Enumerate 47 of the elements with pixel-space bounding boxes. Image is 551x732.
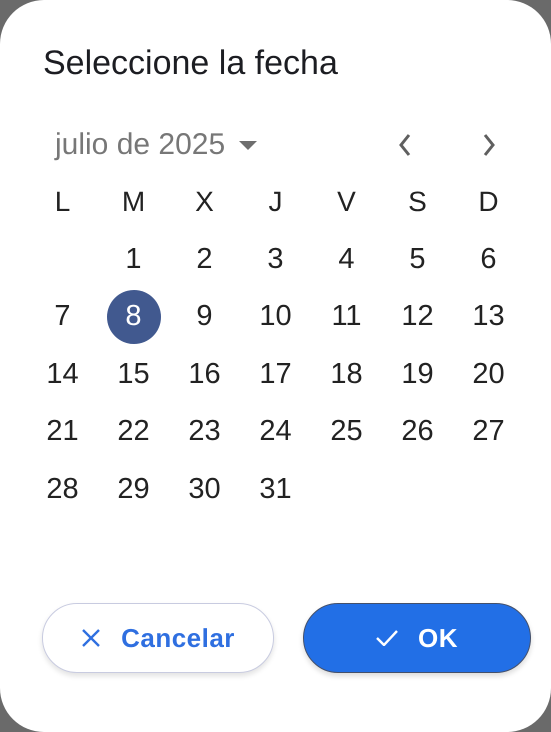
- day-button[interactable]: 30: [178, 462, 232, 516]
- day-button[interactable]: 2: [178, 232, 232, 286]
- day-button[interactable]: 1: [106, 232, 160, 286]
- day-button[interactable]: 13: [462, 290, 516, 344]
- day-button[interactable]: 3: [248, 232, 302, 286]
- day-button[interactable]: 7: [36, 290, 90, 344]
- close-icon: [81, 628, 102, 648]
- weekday-label: D: [478, 186, 499, 218]
- dialog-title: Seleccione la fecha: [42, 43, 338, 84]
- day-button[interactable]: 15: [106, 347, 160, 402]
- day-button[interactable]: 24: [248, 404, 302, 459]
- day-button[interactable]: 28: [36, 462, 90, 516]
- day-button[interactable]: 25: [320, 404, 374, 459]
- day-button[interactable]: 14: [36, 347, 90, 402]
- day-button[interactable]: 17: [248, 347, 302, 402]
- next-month-icon[interactable]: [482, 133, 496, 157]
- weekday-label: S: [408, 186, 427, 218]
- previous-month-icon[interactable]: [398, 133, 412, 157]
- day-button[interactable]: 6: [462, 232, 516, 286]
- day-button[interactable]: 12: [390, 290, 444, 344]
- day-button[interactable]: 22: [106, 404, 160, 459]
- weekday-label: L: [54, 186, 70, 218]
- day-button[interactable]: 8: [106, 290, 160, 344]
- day-button[interactable]: 11: [320, 290, 374, 344]
- caret-icon: [239, 140, 258, 150]
- day-button[interactable]: 9: [178, 290, 232, 344]
- day-button[interactable]: 5: [390, 232, 444, 286]
- day-button[interactable]: 20: [462, 347, 516, 402]
- cancel-button[interactable]: Cancelar: [42, 603, 274, 673]
- day-button[interactable]: 26: [390, 404, 444, 459]
- day-button[interactable]: 27: [462, 404, 516, 459]
- day-button[interactable]: 4: [320, 232, 374, 286]
- weekday-label: J: [268, 186, 282, 218]
- day-button[interactable]: 19: [390, 347, 444, 402]
- day-button[interactable]: 29: [106, 462, 160, 516]
- check-icon: [376, 630, 398, 646]
- day-button[interactable]: 23: [178, 404, 232, 459]
- ok-button[interactable]: OK: [303, 603, 531, 673]
- day-button[interactable]: 16: [178, 347, 232, 402]
- weekday-label: X: [195, 186, 214, 218]
- weekday-label: V: [337, 186, 356, 218]
- month-selector[interactable]: julio de 2025: [55, 128, 258, 162]
- day-button[interactable]: 18: [320, 347, 374, 402]
- day-button[interactable]: 21: [36, 404, 90, 459]
- day-button[interactable]: 10: [248, 290, 302, 344]
- day-button[interactable]: 31: [248, 462, 302, 516]
- weekday-label: M: [122, 186, 146, 218]
